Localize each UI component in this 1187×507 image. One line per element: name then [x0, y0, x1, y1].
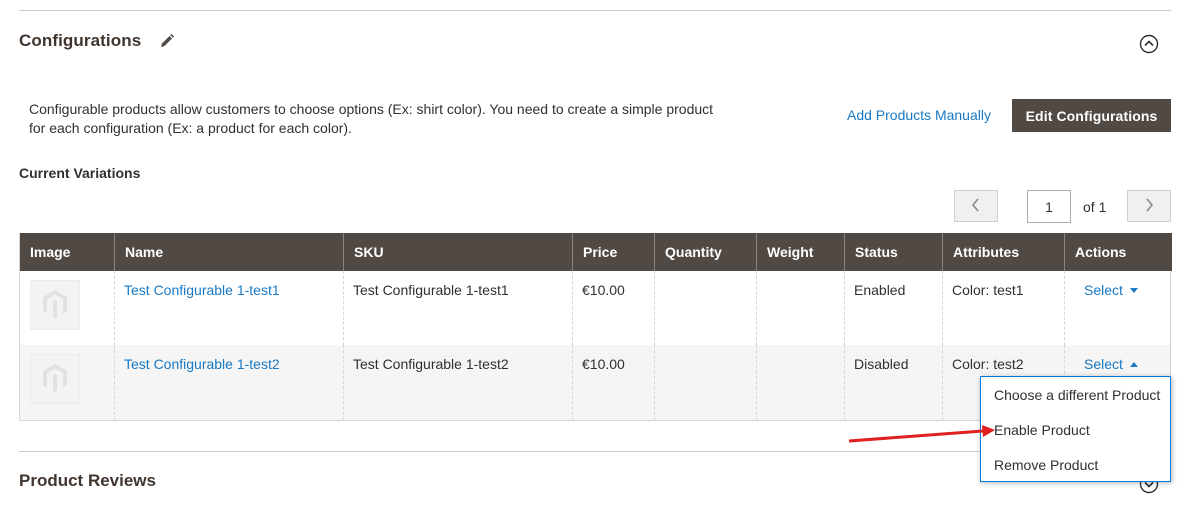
magento-logo-icon — [42, 363, 68, 396]
chevron-right-icon — [1143, 197, 1155, 216]
menu-item-remove-product[interactable]: Remove Product — [994, 457, 1098, 473]
product-price: €10.00 — [582, 356, 625, 372]
product-attributes: Color: test2 — [952, 356, 1024, 372]
top-divider — [19, 10, 1171, 11]
chevron-up-circle-icon[interactable] — [1139, 34, 1159, 54]
product-status: Disabled — [854, 356, 909, 372]
menu-item-choose-different-product[interactable]: Choose a different Product — [994, 387, 1160, 403]
column-header-sku: SKU — [343, 233, 572, 271]
product-name-link[interactable]: Test Configurable 1-test2 — [124, 356, 280, 372]
column-header-actions: Actions — [1064, 233, 1172, 271]
product-status: Enabled — [854, 282, 906, 298]
product-reviews-title[interactable]: Product Reviews — [19, 471, 156, 491]
select-label: Select — [1084, 282, 1123, 298]
row-actions-select[interactable]: Select — [1084, 282, 1138, 298]
menu-item-enable-product[interactable]: Enable Product — [994, 422, 1090, 438]
column-header-status: Status — [844, 233, 942, 271]
chevron-left-icon — [970, 197, 982, 216]
product-image-placeholder[interactable] — [30, 280, 80, 330]
caret-up-icon — [1129, 361, 1138, 367]
add-products-manually-link[interactable]: Add Products Manually — [847, 107, 991, 123]
column-header-image: Image — [30, 244, 71, 260]
magento-logo-icon — [42, 289, 68, 322]
column-header-quantity: Quantity — [654, 233, 756, 271]
grid-header: Image Name SKU Price Quantity Weight Sta… — [20, 233, 1172, 271]
row-actions-select[interactable]: Select — [1084, 356, 1138, 372]
section-title: Configurations — [19, 31, 142, 50]
select-label: Select — [1084, 356, 1123, 372]
column-header-attributes: Attributes — [942, 233, 1064, 271]
row-actions-menu: Choose a different Product Enable Produc… — [980, 376, 1171, 482]
product-name-link[interactable]: Test Configurable 1-test1 — [124, 282, 280, 298]
product-attributes: Color: test1 — [952, 282, 1024, 298]
pager-next-button[interactable] — [1127, 190, 1171, 222]
edit-configurations-button[interactable]: Edit Configurations — [1012, 99, 1171, 132]
caret-down-icon — [1129, 287, 1138, 293]
page-number-input[interactable] — [1027, 190, 1071, 223]
column-header-weight: Weight — [756, 233, 844, 271]
pencil-icon[interactable] — [159, 33, 175, 49]
product-sku: Test Configurable 1-test1 — [353, 282, 509, 298]
product-sku: Test Configurable 1-test2 — [353, 356, 509, 372]
table-row: Test Configurable 1-test1 Test Configura… — [20, 271, 1170, 345]
column-header-name: Name — [114, 233, 343, 271]
product-price: €10.00 — [582, 282, 625, 298]
column-header-price: Price — [572, 233, 654, 271]
page-total-label: of 1 — [1083, 199, 1107, 215]
current-variations-heading: Current Variations — [19, 165, 141, 181]
configurations-header[interactable]: Configurations — [19, 28, 175, 54]
pager-prev-button[interactable] — [954, 190, 998, 222]
configurations-description: Configurable products allow customers to… — [29, 101, 714, 136]
product-image-placeholder[interactable] — [30, 354, 80, 404]
